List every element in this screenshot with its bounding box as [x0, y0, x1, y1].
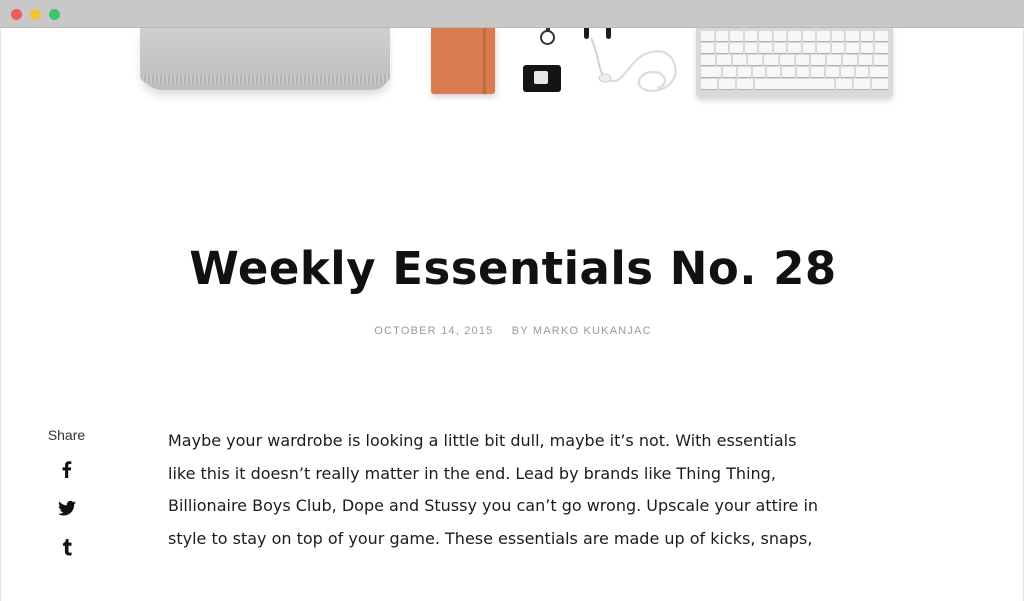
article-body: Maybe your wardrobe is looking a little …: [168, 425, 868, 555]
wallet-photo-object: [431, 28, 495, 94]
post-author[interactable]: BY MARKO KUKANJAC: [512, 325, 652, 337]
article-line: Maybe your wardrobe is looking a little …: [168, 431, 797, 450]
twitter-icon[interactable]: [55, 496, 79, 520]
facebook-icon[interactable]: [55, 457, 79, 481]
earbud-left-photo-object: [584, 28, 589, 39]
sweater-photo-object: [140, 28, 390, 90]
earphone-cable-photo-object: [591, 37, 677, 92]
hero-image: [1, 28, 1023, 106]
share-label: Share: [47, 427, 86, 443]
article-line: style to stay on top of your game. These…: [168, 528, 813, 548]
post-date: OCTOBER 14, 2015: [374, 325, 494, 337]
keyring-photo-object: [540, 30, 555, 45]
keyboard-photo-object: [696, 28, 893, 98]
window-maximize-button[interactable]: [49, 9, 60, 20]
tumblr-icon[interactable]: [55, 535, 79, 559]
browser-chrome: [0, 0, 1024, 28]
article-line: like this it doesn’t really matter in th…: [168, 463, 776, 483]
post-title: Weekly Essentials No. 28: [189, 242, 837, 295]
article-line: Billionaire Boys Club, Dope and Stussy y…: [168, 496, 819, 515]
window-close-button[interactable]: [11, 9, 22, 20]
page-content: Weekly Essentials No. 28 OCTOBER 14, 201…: [0, 28, 1024, 601]
post-meta: OCTOBER 14, 2015 BY MARKO KUKANJAC: [1, 325, 1023, 337]
share-sidebar: Share: [39, 427, 94, 574]
window-minimize-button[interactable]: [30, 9, 41, 20]
key-fob-photo-object: [523, 65, 561, 92]
